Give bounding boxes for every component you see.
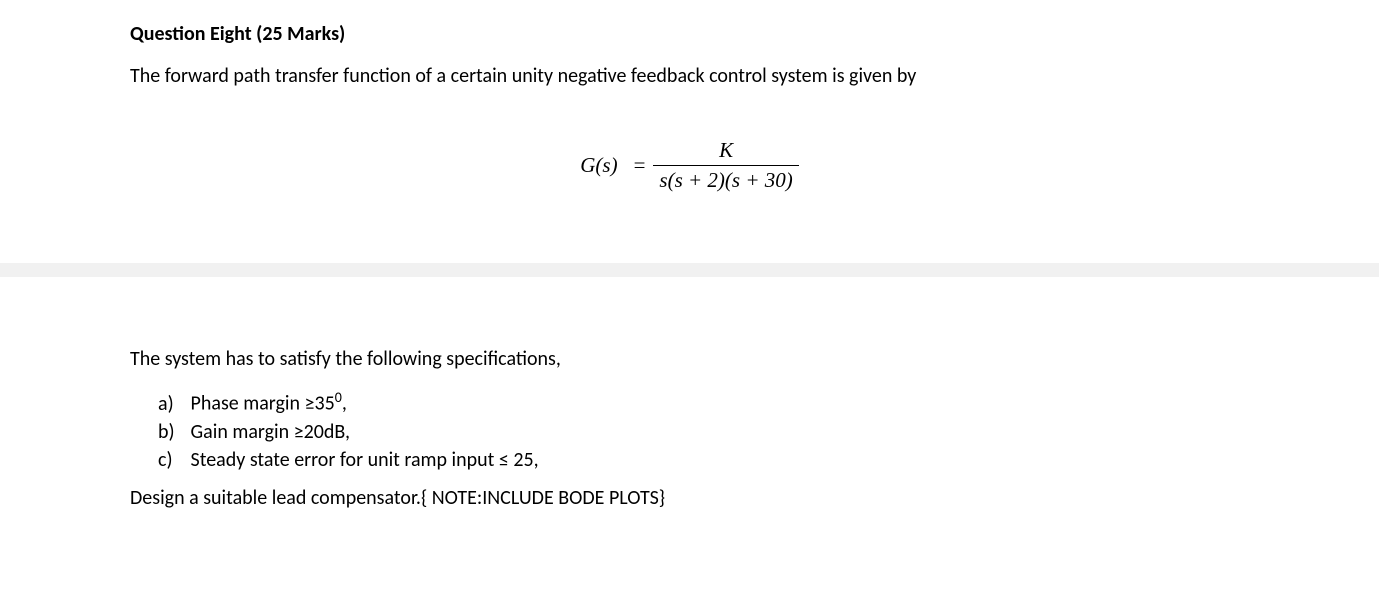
question-intro: The forward path transfer function of a … [130,64,1249,88]
spec-item-c: c) Steady state error for unit ramp inpu… [158,448,1249,472]
page-divider [0,263,1379,277]
spec-text: Phase margin ≥35 [191,392,335,416]
spec-label: a) [158,392,186,416]
equation-lhs: G(s) [580,153,617,178]
question-title: Question Eight (25 Marks) [130,22,1249,46]
spec-text-post: , [342,392,347,416]
spec-text: Steady state error for unit ramp input ≤… [191,448,539,472]
design-instruction: Design a suitable lead compensator.{ NOT… [130,486,1249,510]
equation-denominator: s(s + 2)(s + 30) [653,165,798,193]
spec-label: c) [158,448,186,472]
equation-equals: = [634,153,646,178]
spec-text: Gain margin ≥20dB, [191,420,350,444]
specifications-content: The system has to satisfy the following … [0,347,1379,510]
equation: G(s) = K s(s + 2)(s + 30) [130,138,1249,193]
spec-item-a: a) Phase margin ≥350, [158,389,1249,416]
spec-item-b: b) Gain margin ≥20dB, [158,420,1249,444]
spec-label: b) [158,420,186,444]
equation-numerator: K [713,138,739,165]
spec-list: a) Phase margin ≥350, b) Gain margin ≥20… [158,389,1249,472]
spec-sup: 0 [335,389,342,406]
question-content: Question Eight (25 Marks) The forward pa… [0,0,1379,193]
equation-fraction: K s(s + 2)(s + 30) [653,138,798,193]
spec-intro: The system has to satisfy the following … [130,347,1249,371]
